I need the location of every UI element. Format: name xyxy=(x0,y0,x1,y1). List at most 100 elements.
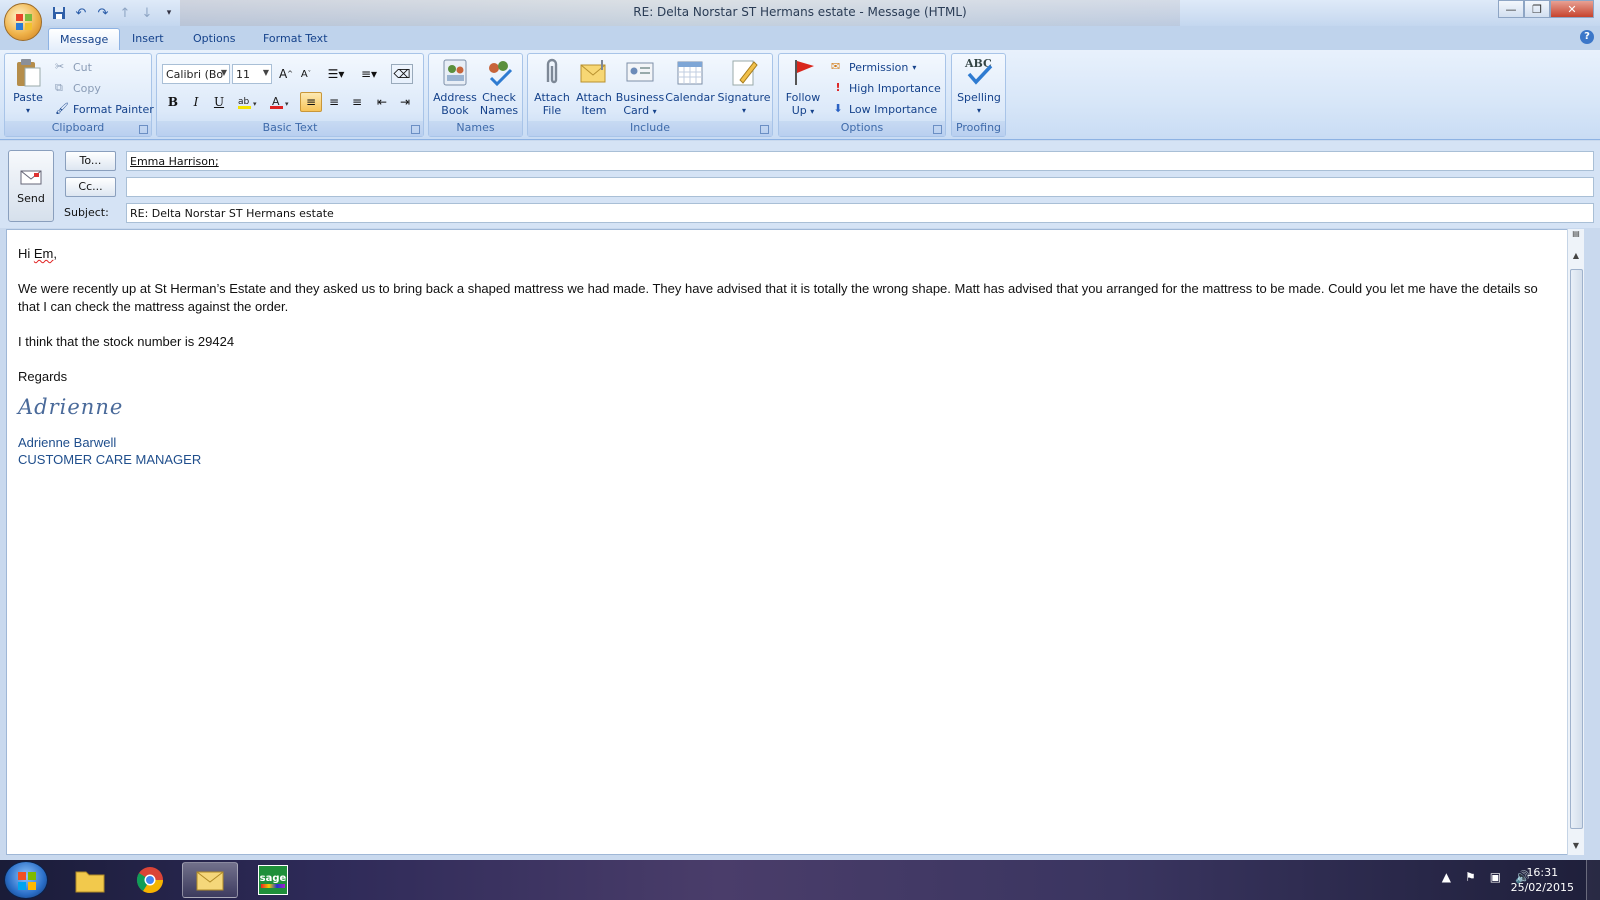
spelling-button[interactable]: ABC Spelling ▾ xyxy=(955,56,1003,117)
font-size-combo[interactable]: 11 ▼ xyxy=(232,64,272,84)
vertical-scrollbar[interactable]: ▤ ▲ ▼ xyxy=(1567,229,1584,855)
include-group-label: Include xyxy=(528,121,772,136)
network-icon[interactable]: ▣ xyxy=(1490,870,1501,884)
office-button[interactable] xyxy=(4,3,42,41)
attach-file-button[interactable]: Attach File xyxy=(532,56,572,117)
scroll-thumb[interactable] xyxy=(1570,269,1583,829)
cc-button[interactable]: Cc... xyxy=(65,177,116,197)
show-desktop-button[interactable] xyxy=(1586,860,1600,900)
paste-dropdown-icon[interactable]: ▾ xyxy=(26,104,30,117)
align-right-icon[interactable]: ≡ xyxy=(346,92,368,112)
send-button[interactable]: Send xyxy=(8,150,54,222)
attach-item-label-2: Item xyxy=(581,104,607,117)
business-card-button[interactable]: Business Card ▾ xyxy=(616,56,664,118)
chevron-down-icon[interactable]: ▾ xyxy=(977,104,981,117)
minimize-icon[interactable]: — xyxy=(1498,0,1524,18)
basic-text-launcher-icon[interactable] xyxy=(411,125,420,134)
grow-font-icon[interactable]: A ^ xyxy=(275,64,297,84)
chevron-down-icon: ▾ xyxy=(652,107,657,116)
message-header: Send To... Cc... Subject: Emma Harrison;… xyxy=(0,141,1600,228)
signature-button[interactable]: Signature ▾ xyxy=(717,56,771,117)
font-name-combo[interactable]: Calibri (Bo ▼ xyxy=(162,64,230,84)
business-card-label-1: Business xyxy=(615,91,665,104)
cut-button[interactable]: ✂ Cut xyxy=(55,57,92,77)
tab-message[interactable]: Message xyxy=(48,28,121,50)
chrome-icon xyxy=(136,867,164,894)
font-color-icon[interactable]: A ▾ xyxy=(265,92,295,112)
copy-button[interactable]: ⧉ Copy xyxy=(55,78,101,98)
attach-item-button[interactable]: Attach Item xyxy=(574,56,614,117)
decrease-indent-icon[interactable]: ⇤ xyxy=(371,92,393,112)
paste-button[interactable]: Paste ▾ xyxy=(9,56,47,117)
file-explorer-taskbar-item[interactable] xyxy=(62,862,118,898)
proofing-group: ABC Spelling ▾ Proofing xyxy=(951,53,1006,137)
subject-field[interactable]: RE: Delta Norstar ST Hermans estate xyxy=(126,203,1594,223)
increase-indent-icon[interactable]: ⇥ xyxy=(394,92,416,112)
business-card-label-2: Card xyxy=(623,104,650,117)
show-hidden-icons-icon[interactable]: ▲ xyxy=(1442,870,1451,884)
high-importance-button[interactable]: ! High Importance xyxy=(831,78,940,98)
title-bar: ↶ ↷ ↑ ↓ ▾ RE: Delta Norstar ST Hermans e… xyxy=(0,0,1600,26)
check-names-button[interactable]: Check Names xyxy=(478,56,520,117)
send-label: Send xyxy=(17,191,45,205)
help-icon[interactable]: ? xyxy=(1580,30,1594,44)
close-icon[interactable]: ✕ xyxy=(1550,0,1594,18)
format-painter-label: Format Painter xyxy=(73,102,154,116)
clipboard-launcher-icon[interactable] xyxy=(139,125,148,134)
numbering-icon[interactable]: ≡▾ xyxy=(354,64,384,84)
start-button[interactable] xyxy=(4,861,48,899)
paste-icon xyxy=(17,59,41,87)
address-book-label-1: Address xyxy=(433,91,477,104)
low-importance-button[interactable]: ⬇ Low Importance xyxy=(831,99,937,119)
format-painter-button[interactable]: 🖌 Format Painter xyxy=(55,99,154,119)
chevron-down-icon[interactable]: ▾ xyxy=(742,104,746,117)
calendar-button[interactable]: Calendar xyxy=(665,56,715,104)
chevron-down-icon: ▼ xyxy=(262,68,269,77)
sage-taskbar-item[interactable]: sage xyxy=(245,862,301,898)
calendar-label: Calendar xyxy=(665,91,715,104)
low-importance-label: Low Importance xyxy=(849,102,938,116)
shrink-font-icon[interactable]: Aˇ xyxy=(295,64,317,84)
include-group: Attach File Attach Item Business Card ▾ … xyxy=(527,53,773,137)
include-launcher-icon[interactable] xyxy=(760,125,769,134)
options-launcher-icon[interactable] xyxy=(933,125,942,134)
align-center-icon[interactable]: ≡ xyxy=(323,92,345,112)
bullets-icon[interactable]: ☰▾ xyxy=(321,64,351,84)
outlook-envelope-icon xyxy=(196,871,224,891)
tab-format-text[interactable]: Format Text xyxy=(252,28,339,50)
follow-up-button[interactable]: Follow Up ▾ xyxy=(783,56,823,118)
chrome-taskbar-item[interactable] xyxy=(122,862,178,898)
office-logo-icon xyxy=(16,14,32,30)
outlook-taskbar-item[interactable] xyxy=(182,862,238,898)
cc-field[interactable] xyxy=(126,177,1594,197)
restore-icon[interactable]: ❐ xyxy=(1524,0,1550,18)
tab-insert[interactable]: Insert xyxy=(121,28,175,50)
scroll-down-icon[interactable]: ▼ xyxy=(1570,841,1582,853)
scroll-up-icon[interactable]: ▲ xyxy=(1570,251,1582,263)
action-center-flag-icon[interactable]: ⚑ xyxy=(1465,870,1476,884)
align-left-icon[interactable]: ≡ xyxy=(300,92,322,112)
calendar-icon xyxy=(677,61,703,85)
taskbar-clock[interactable]: 16:31 25/02/2015 xyxy=(1511,865,1574,895)
down-arrow-icon: ⬇ xyxy=(833,102,843,115)
clear-formatting-icon[interactable]: ⌫ xyxy=(391,64,413,84)
address-book-label-2: Book xyxy=(441,104,469,117)
to-button[interactable]: To... xyxy=(65,151,116,171)
address-book-button[interactable]: Address Book xyxy=(433,56,477,117)
to-field[interactable]: Emma Harrison; xyxy=(126,151,1594,171)
greeting-name: Em xyxy=(33,246,54,261)
bold-button[interactable]: B xyxy=(162,92,184,112)
message-body[interactable]: Hi Em, We were recently up at St Herman’… xyxy=(6,229,1580,855)
chevron-down-icon: ▾ xyxy=(810,107,815,116)
clipboard-group: Paste ▾ ✂ Cut ⧉ Copy 🖌 Format Painter Cl… xyxy=(4,53,154,137)
ribbon-tabs: Message Insert Options Format Text xyxy=(0,26,1600,50)
ruler-toggle-icon[interactable]: ▤ xyxy=(1570,229,1582,241)
underline-button[interactable]: U xyxy=(208,92,230,112)
highlight-icon[interactable]: ab ▾ xyxy=(233,92,263,112)
tab-options[interactable]: Options xyxy=(182,28,246,50)
greeting: Hi Em, xyxy=(18,245,1548,263)
italic-button[interactable]: I xyxy=(185,92,207,112)
recipient-name[interactable]: Emma Harrison; xyxy=(130,155,219,168)
permission-button[interactable]: ✉ Permission ▾ xyxy=(831,57,916,77)
message-content[interactable]: Hi Em, We were recently up at St Herman’… xyxy=(18,245,1548,468)
